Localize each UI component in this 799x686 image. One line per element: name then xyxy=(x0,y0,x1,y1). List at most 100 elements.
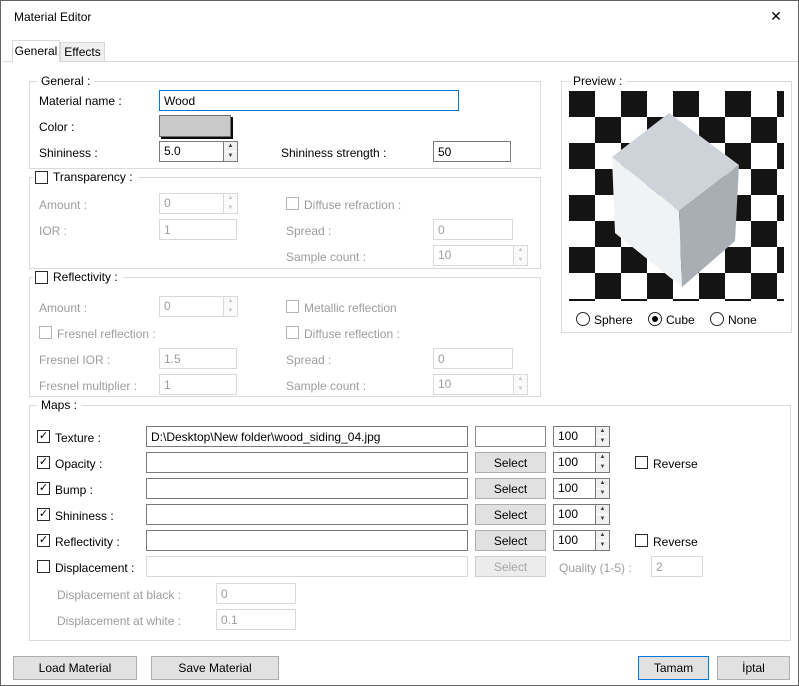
reflectivity-sample-count-spinner: 10 ▲ ▼ xyxy=(433,374,528,395)
material-name-label: Material name : xyxy=(39,94,122,108)
reflectivity-sample-count-input[interactable]: 10 xyxy=(433,374,513,395)
bump-path-input[interactable] xyxy=(146,478,468,499)
reflectivity-sample-count-label: Sample count : xyxy=(286,379,366,393)
bump-checkbox[interactable]: ✓ xyxy=(37,482,50,495)
diffuse-reflection-checkbox[interactable] xyxy=(286,326,299,339)
reflectivity-reverse-checkbox[interactable] xyxy=(635,534,648,547)
spin-up-icon[interactable]: ▲ xyxy=(224,297,237,307)
reflectivity-map-path-input[interactable] xyxy=(146,530,468,551)
spin-down-icon[interactable]: ▼ xyxy=(514,385,527,394)
texture-select-button[interactable] xyxy=(475,426,546,447)
spin-up-icon[interactable]: ▲ xyxy=(596,453,609,463)
shininess-input[interactable]: 5.0 xyxy=(159,141,223,162)
opacity-amount-input[interactable]: 100 xyxy=(553,452,595,473)
transparency-legend: Transparency : xyxy=(33,170,138,185)
reflectivity-checkbox[interactable] xyxy=(35,271,48,284)
check-icon: ✓ xyxy=(39,508,48,520)
ior-input[interactable] xyxy=(159,219,237,240)
spin-down-icon[interactable]: ▼ xyxy=(596,463,609,472)
spin-down-icon[interactable]: ▼ xyxy=(596,515,609,524)
transparency-amount-input[interactable]: 0 xyxy=(159,193,223,214)
reflectivity-amount-input[interactable]: 0 xyxy=(159,296,223,317)
texture-path-input[interactable] xyxy=(146,426,468,447)
check-icon: ✓ xyxy=(39,534,48,546)
texture-amount-spinner: 100 ▲ ▼ xyxy=(553,426,610,447)
spin-down-icon[interactable]: ▼ xyxy=(224,204,237,213)
cancel-button[interactable]: İptal xyxy=(717,656,790,680)
displacement-select-button[interactable]: Select xyxy=(475,556,546,577)
shininess-map-path-input[interactable] xyxy=(146,504,468,525)
reflectivity-spread-input[interactable] xyxy=(433,348,513,369)
shininess-map-label: Shininess : xyxy=(55,509,114,523)
spin-up-icon[interactable]: ▲ xyxy=(596,479,609,489)
transparency-sample-count-label: Sample count : xyxy=(286,250,366,264)
save-material-button[interactable]: Save Material xyxy=(151,656,279,680)
spin-up-icon[interactable]: ▲ xyxy=(596,427,609,437)
reflectivity-amount-spinner: 0 ▲ ▼ xyxy=(159,296,238,317)
reflectivity-map-amount-input[interactable]: 100 xyxy=(553,530,595,551)
fresnel-reflection-checkbox[interactable] xyxy=(39,326,52,339)
spin-down-icon[interactable]: ▼ xyxy=(224,152,237,161)
displacement-white-label: Displacement at white : xyxy=(57,614,181,628)
spin-up-icon[interactable]: ▲ xyxy=(224,142,237,152)
shininess-map-amount-input[interactable]: 100 xyxy=(553,504,595,525)
load-material-button[interactable]: Load Material xyxy=(13,656,137,680)
opacity-checkbox[interactable]: ✓ xyxy=(37,456,50,469)
ok-button[interactable]: Tamam xyxy=(638,656,709,680)
fresnel-ior-label: Fresnel IOR : xyxy=(39,353,110,367)
material-name-input[interactable] xyxy=(159,90,459,111)
opacity-reverse-checkbox[interactable] xyxy=(635,456,648,469)
diffuse-refraction-checkbox[interactable] xyxy=(286,197,299,210)
displacement-label: Displacement : xyxy=(55,561,134,575)
spin-down-icon[interactable]: ▼ xyxy=(514,256,527,265)
spin-up-icon[interactable]: ▲ xyxy=(514,246,527,256)
bump-amount-spinner: 100 ▲ ▼ xyxy=(553,478,610,499)
spin-up-icon[interactable]: ▲ xyxy=(224,194,237,204)
displacement-checkbox[interactable] xyxy=(37,560,50,573)
radio-sphere[interactable] xyxy=(576,312,590,326)
spin-down-icon[interactable]: ▼ xyxy=(596,489,609,498)
displacement-path-input[interactable] xyxy=(146,556,468,577)
transparency-sample-count-input[interactable]: 10 xyxy=(433,245,513,266)
bump-select-button[interactable]: Select xyxy=(475,478,546,499)
fresnel-multiplier-label: Fresnel multiplier : xyxy=(39,379,137,393)
texture-amount-input[interactable]: 100 xyxy=(553,426,595,447)
quality-input[interactable] xyxy=(651,556,703,577)
texture-checkbox[interactable]: ✓ xyxy=(37,430,50,443)
general-group-legend: General : xyxy=(37,74,94,89)
shininess-map-select-button[interactable]: Select xyxy=(475,504,546,525)
tab-general[interactable]: General xyxy=(12,40,60,62)
bump-amount-input[interactable]: 100 xyxy=(553,478,595,499)
fresnel-ior-input[interactable] xyxy=(159,348,237,369)
tab-effects[interactable]: Effects xyxy=(60,42,105,62)
shininess-strength-input[interactable] xyxy=(433,141,511,162)
radio-cube[interactable] xyxy=(648,312,662,326)
material-editor-dialog: Material Editor ✕ General Effects Genera… xyxy=(0,0,799,686)
reflectivity-map-select-button[interactable]: Select xyxy=(475,530,546,551)
fresnel-multiplier-input[interactable] xyxy=(159,374,237,395)
displacement-black-label: Displacement at black : xyxy=(57,588,181,602)
close-icon[interactable]: ✕ xyxy=(754,1,798,31)
reflectivity-map-checkbox[interactable]: ✓ xyxy=(37,534,50,547)
shininess-map-checkbox[interactable]: ✓ xyxy=(37,508,50,521)
spin-down-icon[interactable]: ▼ xyxy=(596,541,609,550)
spin-up-icon[interactable]: ▲ xyxy=(596,505,609,515)
displacement-white-input[interactable] xyxy=(216,609,296,630)
color-swatch-button[interactable] xyxy=(159,115,231,137)
metallic-reflection-label: Metallic reflection xyxy=(304,301,397,315)
spin-up-icon[interactable]: ▲ xyxy=(596,531,609,541)
transparency-checkbox[interactable] xyxy=(35,171,48,184)
metallic-reflection-checkbox[interactable] xyxy=(286,300,299,313)
spin-up-icon[interactable]: ▲ xyxy=(514,375,527,385)
opacity-path-input[interactable] xyxy=(146,452,468,473)
maps-group-legend: Maps : xyxy=(37,398,81,413)
spin-down-icon[interactable]: ▼ xyxy=(224,307,237,316)
check-icon: ✓ xyxy=(39,430,48,442)
radio-none[interactable] xyxy=(710,312,724,326)
displacement-black-input[interactable] xyxy=(216,583,296,604)
spin-down-icon[interactable]: ▼ xyxy=(596,437,609,446)
opacity-select-button[interactable]: Select xyxy=(475,452,546,473)
opacity-reverse-label: Reverse xyxy=(653,457,698,471)
transparency-amount-label: Amount : xyxy=(39,198,87,212)
transparency-spread-input[interactable] xyxy=(433,219,513,240)
